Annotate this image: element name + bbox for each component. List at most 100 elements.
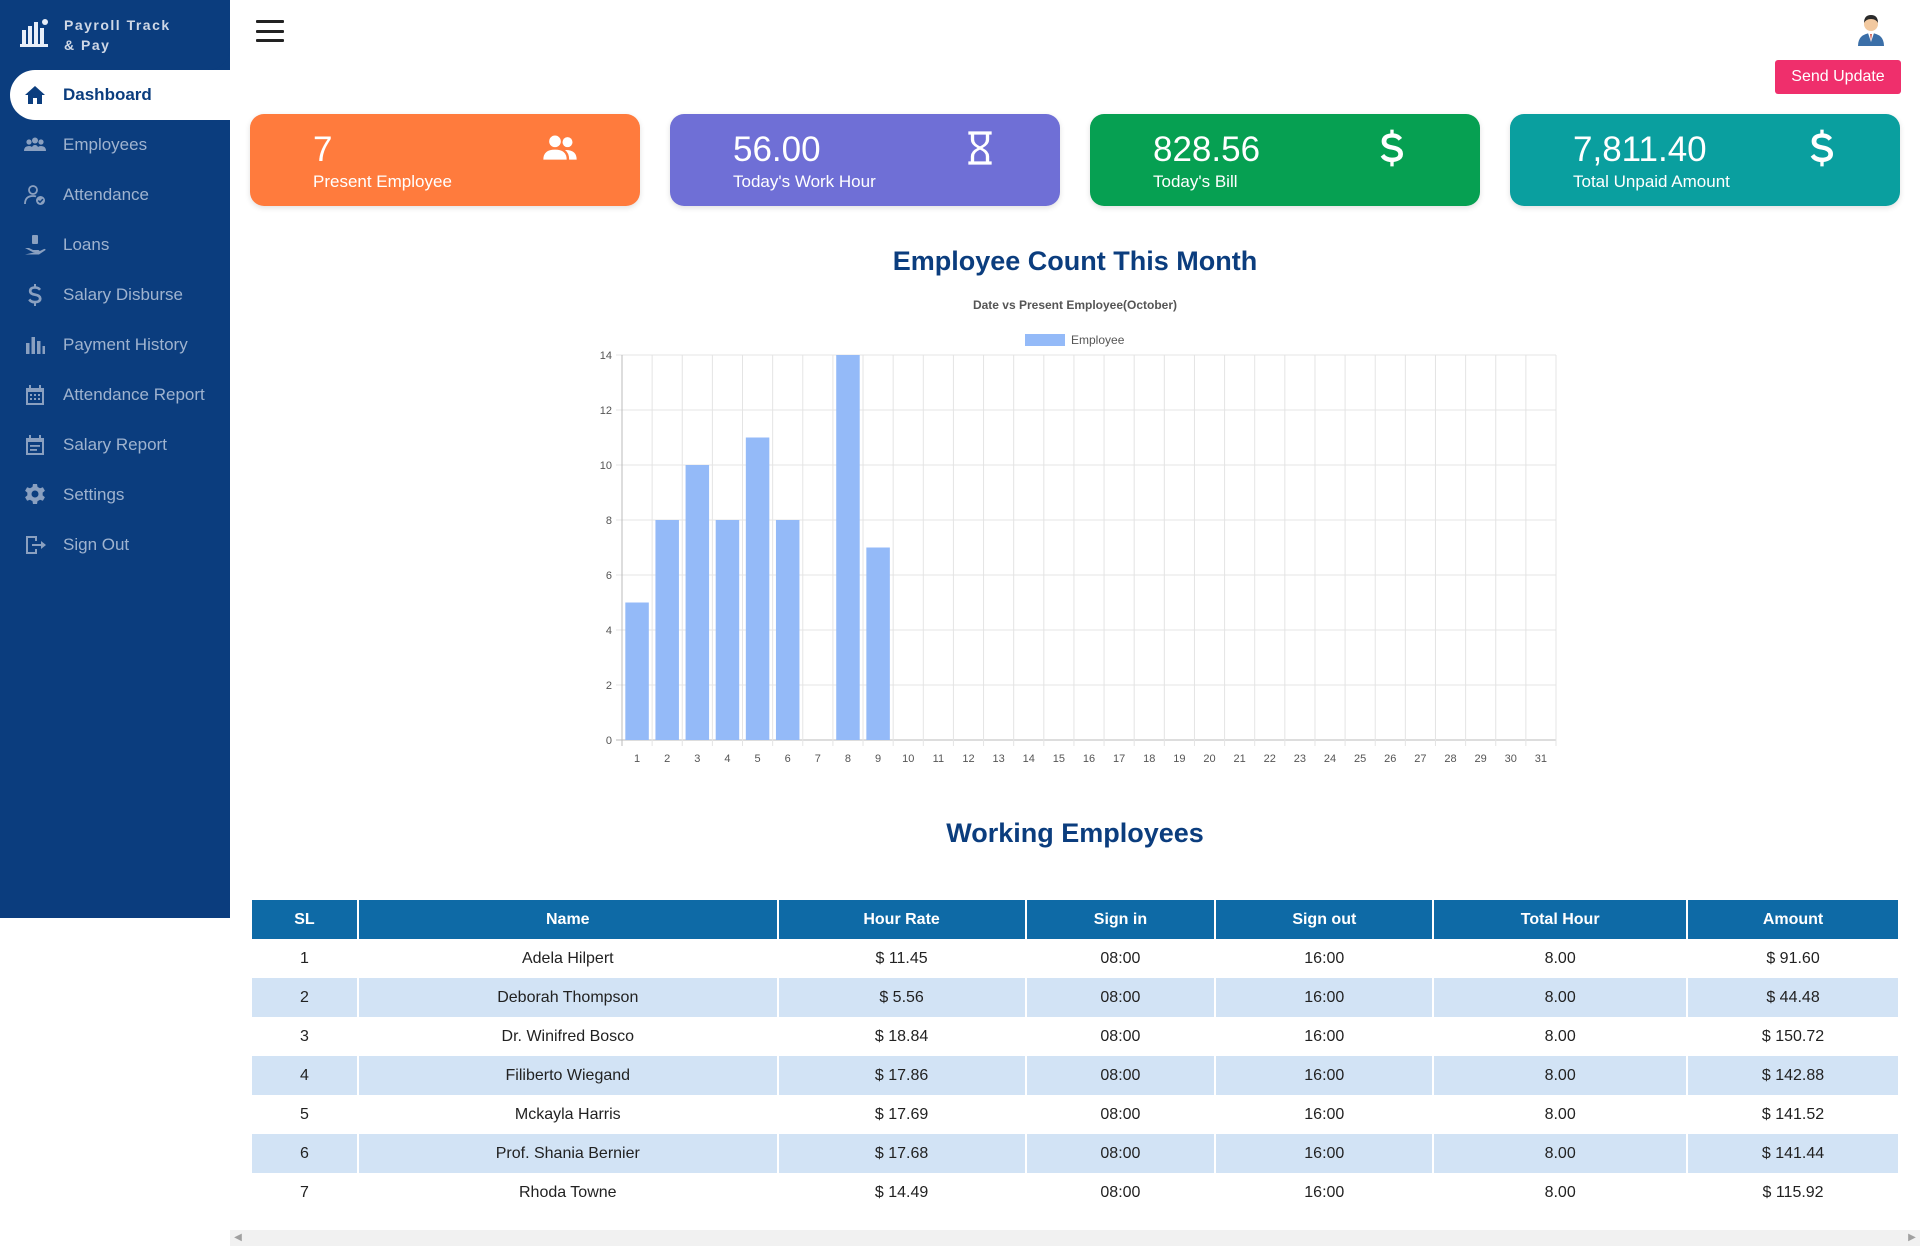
card-value: 56.00	[733, 130, 821, 169]
table-row[interactable]: 7 Rhoda Towne $ 14.49 08:00 16:00 8.00 $ 115.9…	[252, 1173, 1900, 1212]
y-tick-label: 12	[600, 405, 612, 417]
table-cell: 16:00	[1215, 1017, 1435, 1056]
table-cell: 1	[252, 939, 359, 978]
table-cell: Deborah Thompson	[357, 978, 779, 1017]
sidebar-item-label: Salary Report	[63, 435, 167, 454]
dashboard-page: Payroll Track & Pay Dashboard Employees At…	[0, 0, 1920, 1248]
column-header[interactable]: Total Hour	[1433, 900, 1689, 939]
bar-day-8	[836, 355, 860, 740]
hamburger-line	[256, 39, 284, 42]
y-tick-label: 4	[606, 625, 612, 637]
table-cell: $ 11.45	[777, 939, 1027, 978]
table-cell: 5	[252, 1095, 359, 1134]
card-present-employee: 7 Present Employee	[250, 114, 640, 206]
dollar-icon	[1372, 128, 1412, 168]
table-cell: 16:00	[1215, 1173, 1435, 1212]
sidebar-item-attendance[interactable]: Attendance	[0, 170, 230, 220]
card-value: 7,811.40	[1573, 130, 1707, 169]
y-tick-label: 10	[600, 460, 612, 472]
bar-day-4	[715, 520, 740, 740]
sidebar-item-attendance-report[interactable]: Attendance Report	[0, 370, 230, 420]
y-tick-label: 8	[606, 515, 612, 527]
table-row[interactable]: 6 Prof. Shania Bernier $ 17.68 08:00 16:00 8.…	[252, 1134, 1900, 1173]
sidebar-item-label: Dashboard	[63, 85, 152, 104]
table-cell: Mckayla Harris	[357, 1095, 779, 1134]
sidebar-item-label: Employees	[63, 135, 148, 154]
menu-toggle-button[interactable]	[256, 20, 284, 42]
column-header[interactable]: Name	[357, 900, 779, 939]
x-tick-label: 31	[1535, 753, 1547, 765]
table-cell: 4	[252, 1056, 359, 1095]
x-tick-label: 8	[845, 753, 851, 765]
table-cell: $ 17.86	[777, 1056, 1027, 1095]
table-cell: 16:00	[1215, 939, 1435, 978]
x-tick-label: 20	[1203, 753, 1215, 765]
sidebar-item-employees[interactable]: Employees	[0, 120, 230, 170]
gear-icon	[22, 482, 48, 508]
calendar-list-icon	[22, 432, 48, 458]
x-tick-label: 7	[815, 753, 821, 765]
card-todays-bill: 828.56 Today's Bill	[1090, 114, 1480, 206]
sidebar-item-settings[interactable]: Settings	[0, 470, 230, 520]
table-row[interactable]: 5 Mckayla Harris $ 17.69 08:00 16:00 8.00 $ 14…	[252, 1095, 1900, 1134]
table-cell: Filiberto Wiegand	[357, 1056, 779, 1095]
sidebar-item-salary-report[interactable]: Salary Report	[0, 420, 230, 470]
x-tick-label: 10	[902, 753, 914, 765]
x-tick-label: 24	[1324, 753, 1336, 765]
table-cell: 3	[252, 1017, 359, 1056]
table-cell: 08:00	[1025, 939, 1217, 978]
column-header[interactable]: Hour Rate	[777, 900, 1027, 939]
scroll-left-arrow-icon[interactable]: ◀	[230, 1230, 246, 1246]
users-icon	[540, 128, 580, 168]
horizontal-scrollbar[interactable]: ◀ ▶	[230, 1230, 1920, 1246]
bar-day-6	[775, 520, 800, 740]
card-value: 828.56	[1153, 130, 1261, 169]
table-cell: 08:00	[1025, 1056, 1217, 1095]
employee-count-chart: Date vs Present Employee(October) Employe…	[580, 292, 1560, 772]
table-cell: $ 17.68	[777, 1134, 1027, 1173]
table-cell: Adela Hilpert	[357, 939, 779, 978]
dollar-icon	[1802, 128, 1842, 168]
table-section-title: Working Employees	[946, 818, 1204, 848]
card-label: Total Unpaid Amount	[1573, 172, 1730, 191]
x-tick-label: 13	[992, 753, 1004, 765]
column-header[interactable]: Amount	[1687, 900, 1900, 939]
table-cell: 16:00	[1215, 1056, 1435, 1095]
sidebar-item-loans[interactable]: Loans	[0, 220, 230, 270]
sidebar-item-label: Attendance Report	[63, 385, 205, 404]
x-tick-label: 4	[724, 753, 730, 765]
table-cell: 2	[252, 978, 359, 1017]
x-tick-label: 9	[875, 753, 881, 765]
x-tick-label: 6	[785, 753, 791, 765]
table-row[interactable]: 1 Adela Hilpert $ 11.45 08:00 16:00 8.00 $ 91.…	[252, 939, 1900, 978]
column-header[interactable]: SL	[252, 900, 359, 939]
send-update-button[interactable]: Send Update	[1775, 60, 1901, 94]
table-cell: Rhoda Towne	[357, 1173, 779, 1212]
table-cell: 08:00	[1025, 1095, 1217, 1134]
working-employees-table: SL Name Hour Rate Sign in Sign out Total Hour…	[252, 900, 1900, 1212]
card-label: Today's Bill	[1153, 172, 1238, 191]
user-avatar[interactable]	[1854, 12, 1888, 46]
sidebar-item-sign-out[interactable]: Sign Out	[0, 520, 230, 570]
sidebar-item-dashboard[interactable]: Dashboard	[10, 70, 230, 120]
table-cell: $ 115.92	[1687, 1173, 1900, 1212]
column-header[interactable]: Sign out	[1215, 900, 1435, 939]
table-cell: 08:00	[1025, 978, 1217, 1017]
user-check-icon	[22, 182, 48, 208]
column-header[interactable]: Sign in	[1025, 900, 1217, 939]
table-row[interactable]: 3 Dr. Winifred Bosco $ 18.84 08:00 16:00 8.00…	[252, 1017, 1900, 1056]
x-tick-label: 5	[755, 753, 761, 765]
table-row[interactable]: 2 Deborah Thompson $ 5.56 08:00 16:00 8.00 $ 4…	[252, 978, 1900, 1017]
x-tick-label: 2	[664, 753, 670, 765]
brand[interactable]: Payroll Track & Pay	[0, 0, 230, 70]
x-tick-label: 25	[1354, 753, 1366, 765]
table-row[interactable]: 4 Filiberto Wiegand $ 17.86 08:00 16:00 8.00 $…	[252, 1056, 1900, 1095]
sidebar-item-payment-history[interactable]: Payment History	[0, 320, 230, 370]
sidebar-item-salary-disburse[interactable]: Salary Disburse	[0, 270, 230, 320]
card-value: 7	[313, 130, 333, 169]
scroll-right-arrow-icon[interactable]: ▶	[1904, 1230, 1920, 1246]
sidebar-item-label: Salary Disburse	[63, 285, 183, 304]
bar-day-2	[655, 520, 679, 740]
x-tick-label: 30	[1505, 753, 1517, 765]
table-cell: Prof. Shania Bernier	[357, 1134, 779, 1173]
